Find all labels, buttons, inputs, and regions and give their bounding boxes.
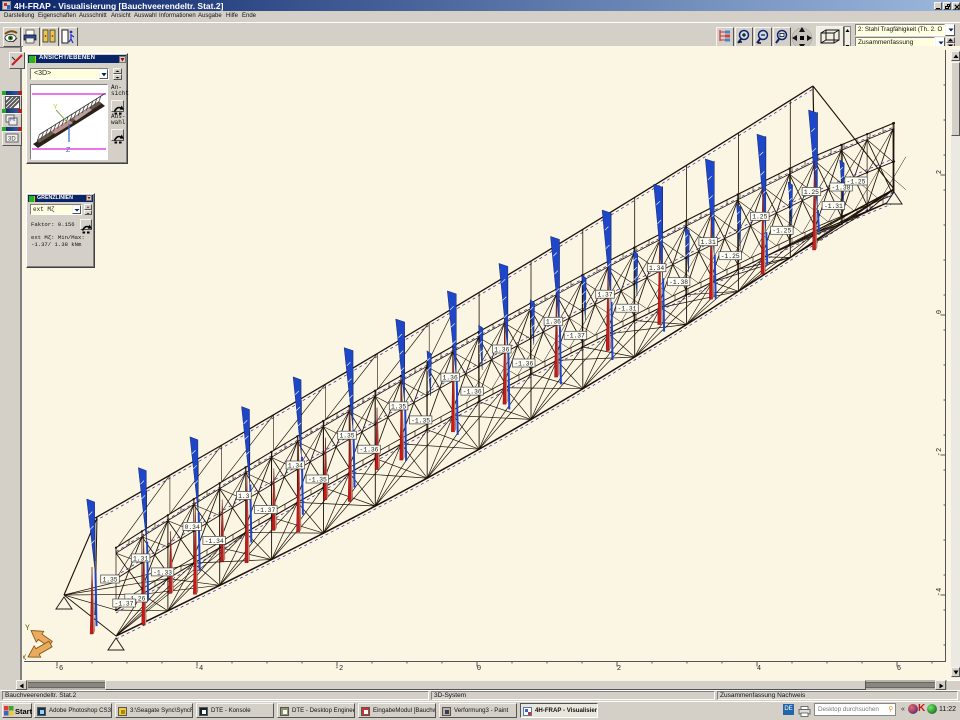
svg-text:-4: -4 <box>195 665 203 673</box>
svg-text:-1.25: -1.25 <box>721 253 740 260</box>
svg-text:-1.37: -1.37 <box>256 507 275 514</box>
svg-text:-2: -2 <box>936 448 944 456</box>
svg-text:2: 2 <box>936 170 944 174</box>
svg-text:-1.38: -1.38 <box>669 279 688 286</box>
svg-text:-1.34: -1.34 <box>205 538 224 545</box>
svg-text:1.34: 1.34 <box>288 462 303 469</box>
svg-text:X: X <box>23 654 27 663</box>
svg-text:-1.36: -1.36 <box>360 447 379 454</box>
svg-text:0: 0 <box>477 665 481 673</box>
svg-text:1.35: 1.35 <box>339 433 354 440</box>
svg-text:1.35: 1.35 <box>391 403 406 410</box>
svg-text:1.36: 1.36 <box>494 346 509 353</box>
svg-text:PS: PS <box>10 117 16 122</box>
svg-text:1.25: 1.25 <box>752 214 767 221</box>
svg-text:6: 6 <box>897 665 901 673</box>
svg-text:-1.35: -1.35 <box>308 476 327 483</box>
svg-text:1.37: 1.37 <box>597 292 612 299</box>
svg-text:1.35: 1.35 <box>102 576 117 583</box>
svg-text:Y: Y <box>25 624 30 633</box>
svg-text:-1.38: -1.38 <box>832 184 851 191</box>
svg-text:1.31: 1.31 <box>133 555 148 562</box>
svg-text:-1.37: -1.37 <box>115 600 134 607</box>
svg-text:1.34: 1.34 <box>649 265 664 272</box>
svg-text:-6: -6 <box>55 665 63 673</box>
svg-text:-4: -4 <box>936 588 944 596</box>
svg-text:-1.31: -1.31 <box>618 306 637 313</box>
svg-text:1.36: 1.36 <box>546 319 561 326</box>
svg-text:-1.25: -1.25 <box>847 178 866 185</box>
svg-text:-1.37: -1.37 <box>566 333 585 340</box>
svg-text:1.31: 1.31 <box>701 239 716 246</box>
svg-text:0.34: 0.34 <box>185 524 200 531</box>
svg-text:3D: 3D <box>8 137 16 143</box>
svg-text:-1.36: -1.36 <box>463 389 482 396</box>
svg-text:-1.33: -1.33 <box>153 569 172 576</box>
svg-text:Y: Y <box>53 104 58 111</box>
svg-text:2: 2 <box>617 665 621 673</box>
svg-text:-1.31: -1.31 <box>824 203 843 210</box>
svg-text:4: 4 <box>757 665 761 673</box>
svg-text:1.3: 1.3 <box>238 493 250 500</box>
svg-text:0: 0 <box>936 310 944 314</box>
svg-text:-1.25: -1.25 <box>772 228 791 235</box>
svg-text:-1.36: -1.36 <box>514 360 533 367</box>
svg-text:-2: -2 <box>335 665 343 673</box>
svg-text:1.36: 1.36 <box>443 375 458 382</box>
svg-text:-1.35: -1.35 <box>411 417 430 424</box>
svg-text:Z: Z <box>66 147 71 154</box>
svg-text:1.25: 1.25 <box>804 189 819 196</box>
